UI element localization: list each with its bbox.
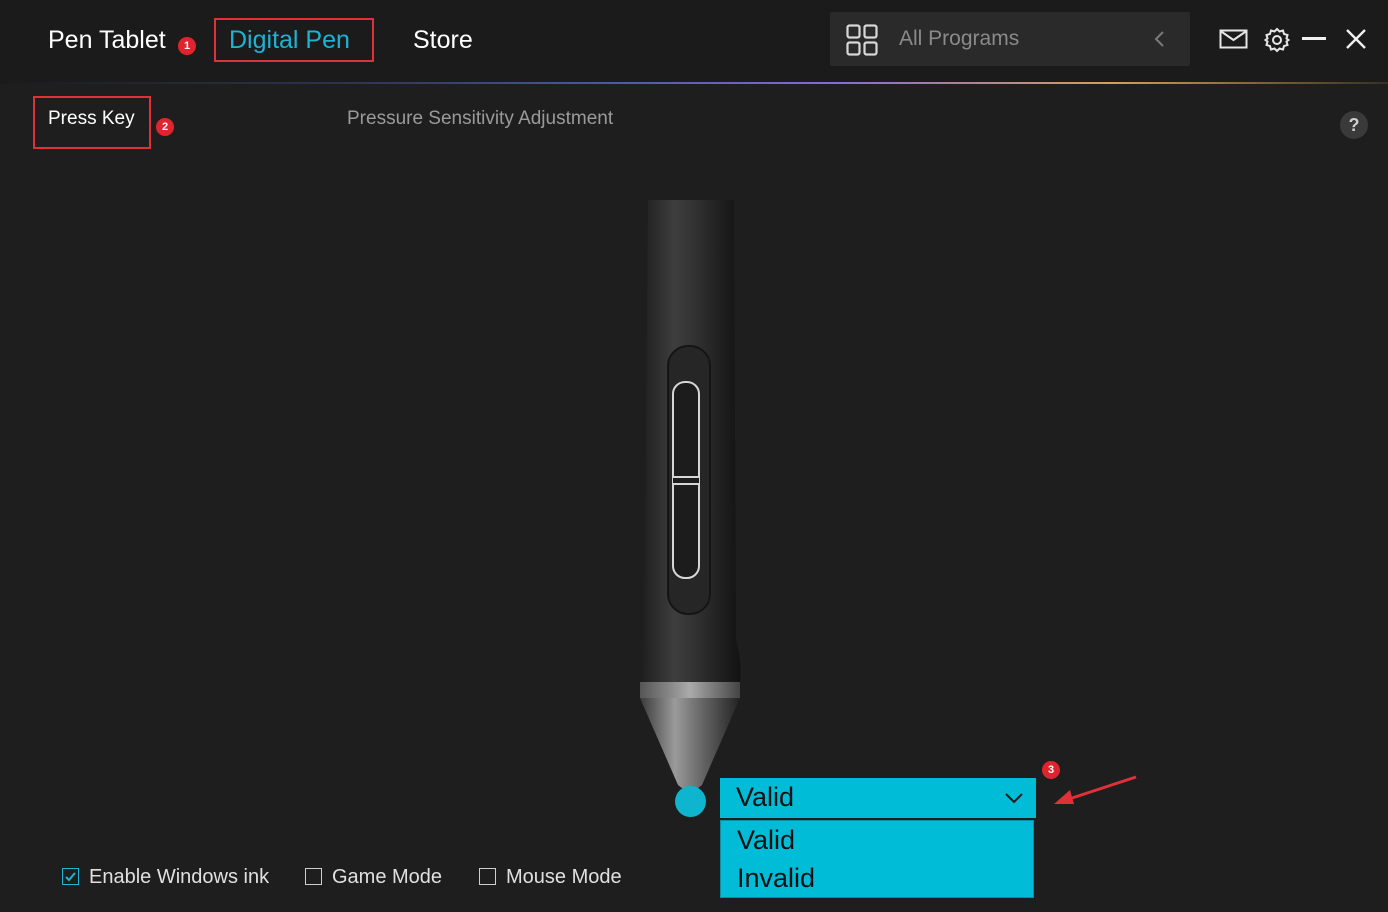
pen-illustration: [639, 200, 741, 791]
tip-setting-dropdown: Valid Invalid: [720, 820, 1034, 898]
minimize-icon[interactable]: [1302, 37, 1326, 41]
chevron-down-icon: [1005, 793, 1023, 804]
game-mode-checkbox[interactable]: Game Mode: [305, 866, 442, 889]
dropdown-option-invalid[interactable]: Invalid: [737, 863, 815, 894]
checkbox-unchecked-icon: [479, 868, 496, 885]
annotation-arrow-icon: [1054, 775, 1137, 804]
gear-icon[interactable]: [1264, 27, 1290, 53]
checkbox-checked-icon: [62, 868, 79, 885]
tab-store[interactable]: Store: [413, 22, 473, 58]
annotation-badge-2: 2: [156, 118, 174, 136]
tab-pen-tablet[interactable]: Pen Tablet: [48, 22, 166, 58]
close-icon[interactable]: [1345, 28, 1367, 50]
annotation-badge-1: 1: [178, 37, 196, 55]
subtab-press-key[interactable]: Press Key: [48, 108, 135, 130]
program-selector[interactable]: All Programs: [830, 12, 1190, 66]
mouse-mode-label: Mouse Mode: [506, 866, 622, 888]
help-button[interactable]: ?: [1340, 111, 1368, 139]
enable-windows-ink-label: Enable Windows ink: [89, 866, 270, 888]
checkbox-unchecked-icon: [305, 868, 322, 885]
title-bar-divider: [0, 82, 1388, 84]
tip-setting-value: Valid: [736, 782, 795, 812]
pen-tip-marker[interactable]: [675, 786, 706, 817]
grid-icon: [846, 24, 878, 56]
chevron-left-icon[interactable]: [1152, 30, 1168, 48]
tab-digital-pen[interactable]: Digital Pen: [229, 22, 350, 58]
mail-icon[interactable]: [1219, 29, 1248, 49]
enable-windows-ink-checkbox[interactable]: Enable Windows ink: [62, 866, 269, 889]
subtab-pressure-sensitivity[interactable]: Pressure Sensitivity Adjustment: [347, 108, 613, 130]
mouse-mode-checkbox[interactable]: Mouse Mode: [479, 866, 622, 889]
programs-label: All Programs: [899, 27, 1020, 50]
dropdown-option-valid[interactable]: Valid: [737, 825, 795, 856]
tip-setting-select[interactable]: Valid: [720, 778, 1036, 818]
game-mode-label: Game Mode: [332, 866, 443, 888]
